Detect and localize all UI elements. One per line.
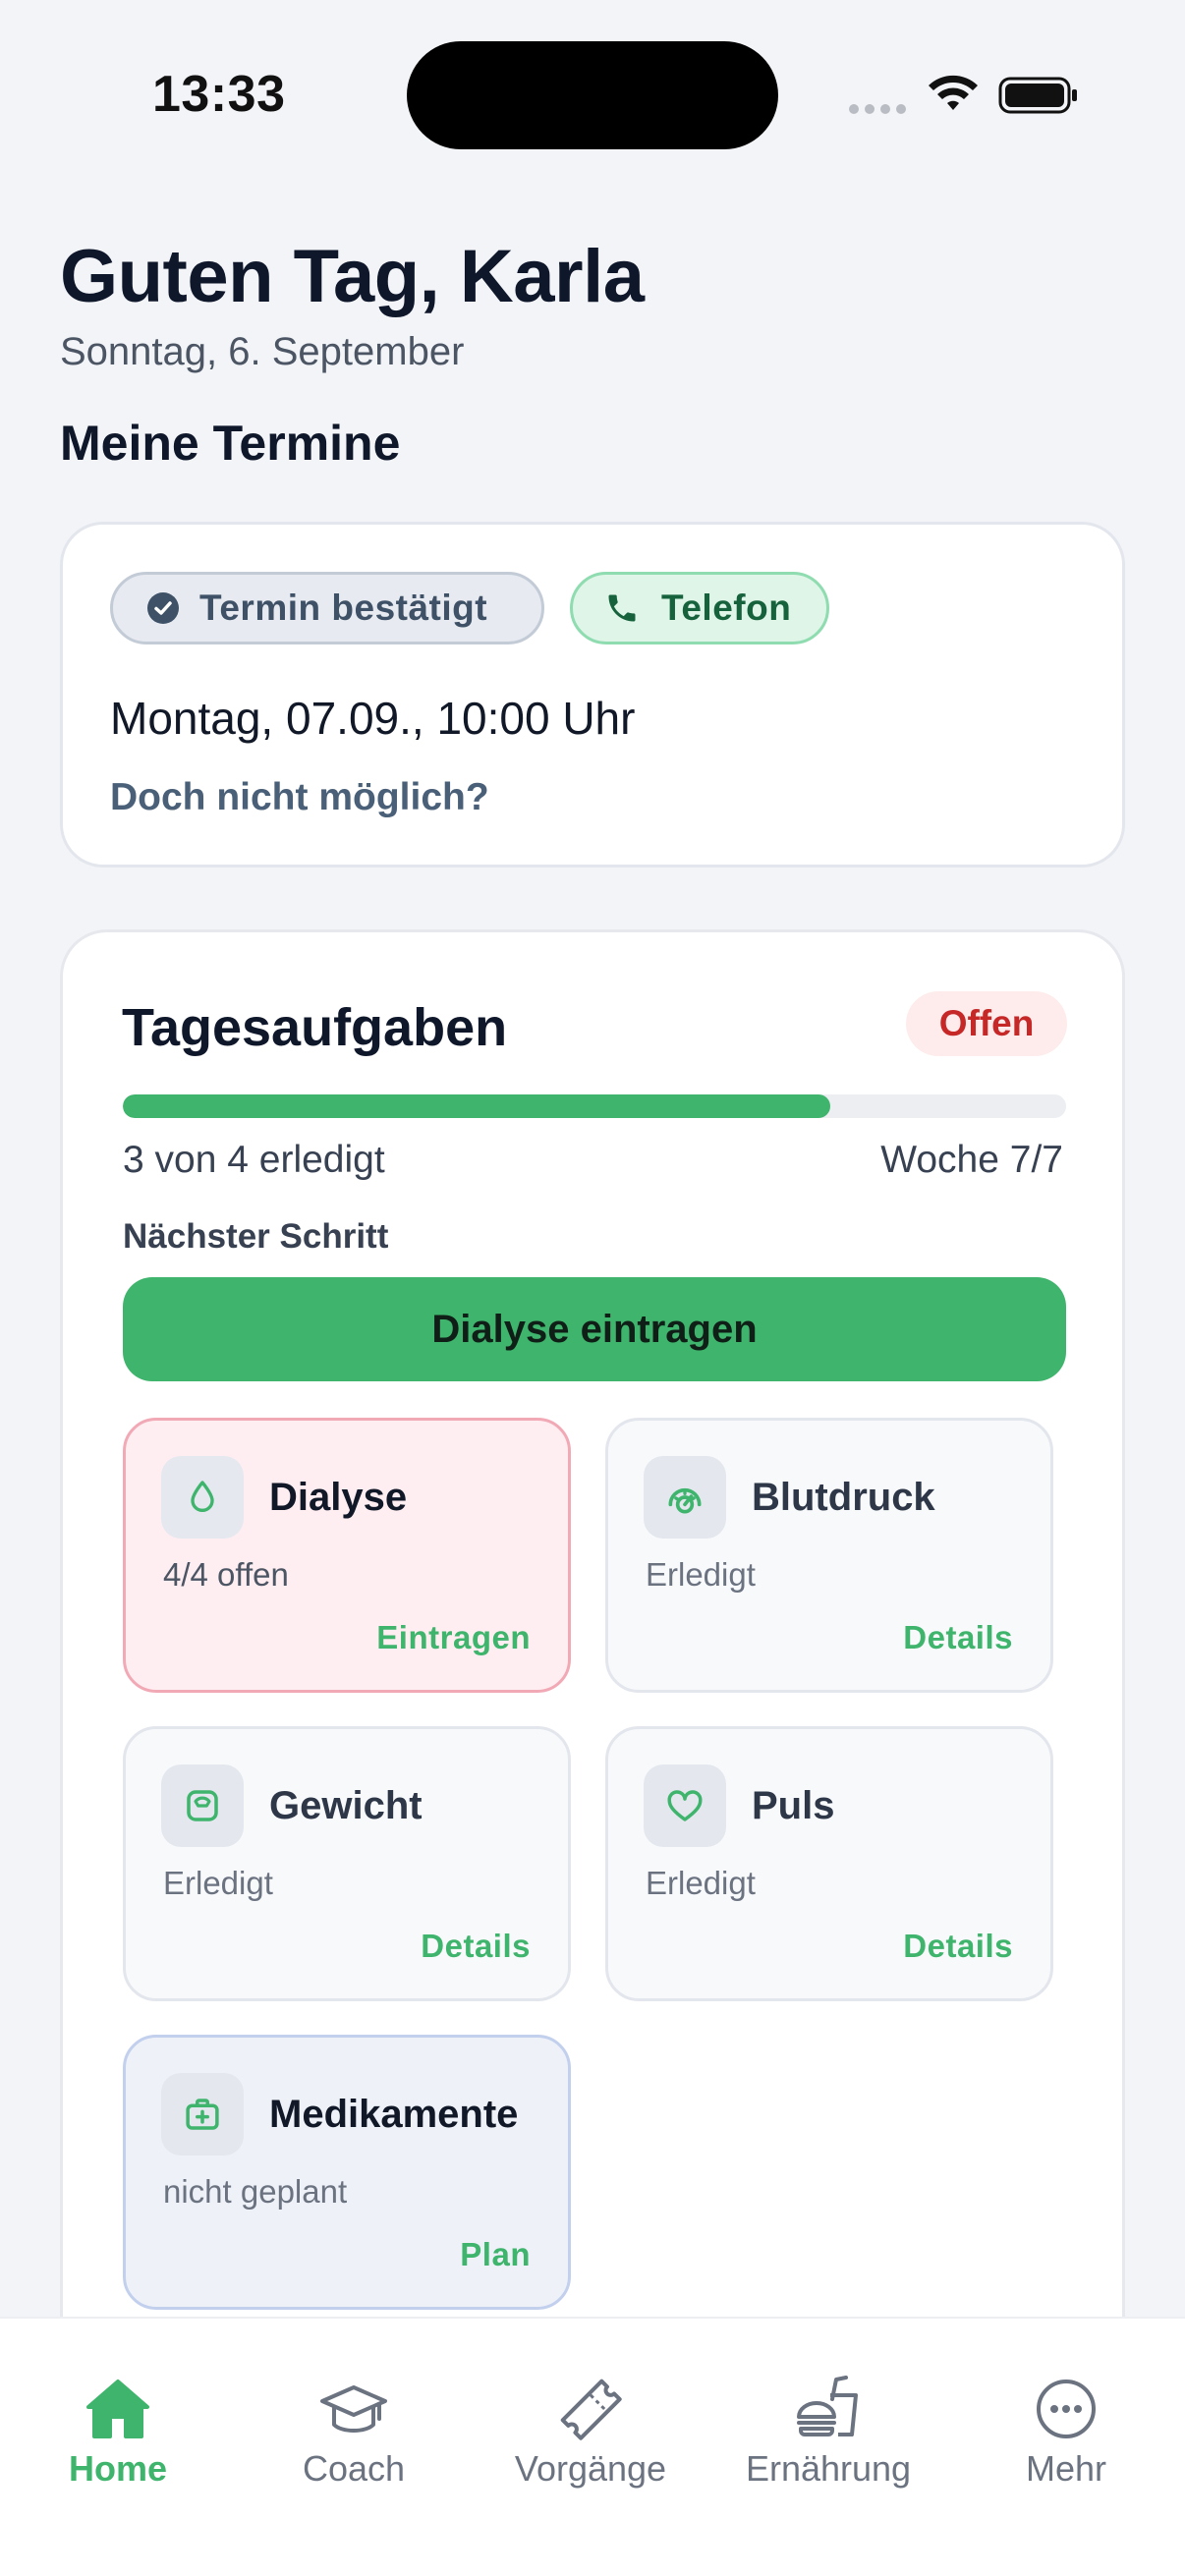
home-screen: 13:33 Guten Tag, Karla Sonntag, 6. Septe… bbox=[0, 0, 1185, 2576]
tab-coach[interactable]: Coach bbox=[255, 2374, 452, 2490]
cellular-signal-icon bbox=[849, 104, 906, 114]
task-tile-status: nicht geplant bbox=[163, 2173, 348, 2210]
task-tile-status: Erledigt bbox=[646, 1865, 756, 1901]
task-tile-action[interactable]: Details bbox=[421, 1928, 531, 1965]
tab-nutrition[interactable]: Ernährung bbox=[730, 2374, 927, 2490]
ticket-icon bbox=[560, 2379, 622, 2440]
check-circle-icon bbox=[147, 592, 179, 624]
tab-label: Vorgänge bbox=[514, 2448, 667, 2489]
battery-icon bbox=[998, 77, 1077, 114]
tasks-status-badge: Offen bbox=[906, 991, 1067, 1056]
tasks-progress-text: 3 von 4 erledigt bbox=[123, 1139, 385, 1181]
task-tile-status: Erledigt bbox=[646, 1556, 756, 1593]
task-tile-action[interactable]: Details bbox=[903, 1928, 1013, 1965]
appointment-type-label: Telefon bbox=[661, 588, 792, 628]
tab-more[interactable]: Mehr bbox=[968, 2374, 1164, 2490]
reschedule-link[interactable]: Doch nicht möglich? bbox=[110, 776, 489, 819]
tasks-progress-bar bbox=[123, 1094, 1066, 1118]
current-date: Sonntag, 6. September bbox=[60, 330, 465, 373]
task-tile-blood-pressure[interactable]: Blutdruck Erledigt Details bbox=[605, 1418, 1053, 1693]
gauge-icon bbox=[644, 1456, 726, 1539]
task-tile-title: Gewicht bbox=[269, 1784, 423, 1827]
daily-tasks-title: Tagesaufgaben bbox=[122, 998, 508, 1057]
status-time: 13:33 bbox=[152, 66, 286, 123]
tab-label: Mehr bbox=[1025, 2448, 1107, 2489]
dialysis-entry-button[interactable]: Dialyse eintragen bbox=[123, 1277, 1066, 1381]
task-tile-action[interactable]: Plan bbox=[460, 2236, 531, 2273]
task-tile-title: Medikamente bbox=[269, 2093, 519, 2136]
task-tile-action[interactable]: Details bbox=[903, 1619, 1013, 1656]
tab-label: Coach bbox=[302, 2448, 406, 2489]
task-tile-action[interactable]: Eintragen bbox=[376, 1619, 531, 1656]
scale-icon bbox=[161, 1764, 244, 1847]
task-tile-title: Dialyse bbox=[269, 1476, 408, 1519]
tasks-progress-fill bbox=[123, 1094, 830, 1118]
appointment-datetime: Montag, 07.09., 10:00 Uhr bbox=[110, 693, 636, 744]
food-icon bbox=[797, 2376, 858, 2436]
heart-icon bbox=[644, 1764, 726, 1847]
appointment-card[interactable]: Termin bestätigt Telefon Montag, 07.09.,… bbox=[60, 522, 1125, 868]
phone-icon bbox=[608, 594, 636, 622]
more-icon bbox=[1037, 2380, 1096, 2438]
task-tile-title: Puls bbox=[752, 1784, 835, 1827]
tab-cases[interactable]: Vorgänge bbox=[492, 2374, 689, 2490]
task-tile-title: Blutdruck bbox=[752, 1476, 935, 1519]
appointment-confirmed-label: Termin bestätigt bbox=[199, 588, 488, 628]
tab-home[interactable]: Home bbox=[20, 2374, 216, 2490]
droplet-icon bbox=[161, 1456, 244, 1539]
appointment-confirmed-chip: Termin bestätigt bbox=[110, 572, 544, 644]
tab-label: Ernährung bbox=[745, 2448, 912, 2489]
next-step-label: Nächster Schritt bbox=[123, 1217, 389, 1256]
task-tile-dialysis[interactable]: Dialyse 4/4 offen Eintragen bbox=[123, 1418, 571, 1693]
task-tile-pulse[interactable]: Puls Erledigt Details bbox=[605, 1726, 1053, 2001]
wifi-icon bbox=[929, 75, 978, 110]
home-icon bbox=[86, 2380, 149, 2438]
appointment-type-chip: Telefon bbox=[570, 572, 829, 644]
dynamic-island bbox=[407, 41, 778, 149]
graduation-cap-icon bbox=[320, 2385, 387, 2433]
task-tile-weight[interactable]: Gewicht Erledigt Details bbox=[123, 1726, 571, 2001]
task-tile-medication[interactable]: Medikamente nicht geplant Plan bbox=[123, 2035, 571, 2310]
medkit-icon bbox=[161, 2073, 244, 2156]
bottom-tab-bar: Home Coach Vorgänge Ernährung Mehr bbox=[0, 2317, 1185, 2576]
task-tile-status: Erledigt bbox=[163, 1865, 273, 1901]
tab-label: Home bbox=[68, 2448, 168, 2489]
appointments-heading: Meine Termine bbox=[60, 416, 401, 471]
greeting-title: Guten Tag, Karla bbox=[60, 235, 645, 318]
week-indicator: Woche 7/7 bbox=[880, 1139, 1063, 1181]
task-tile-status: 4/4 offen bbox=[163, 1556, 289, 1593]
